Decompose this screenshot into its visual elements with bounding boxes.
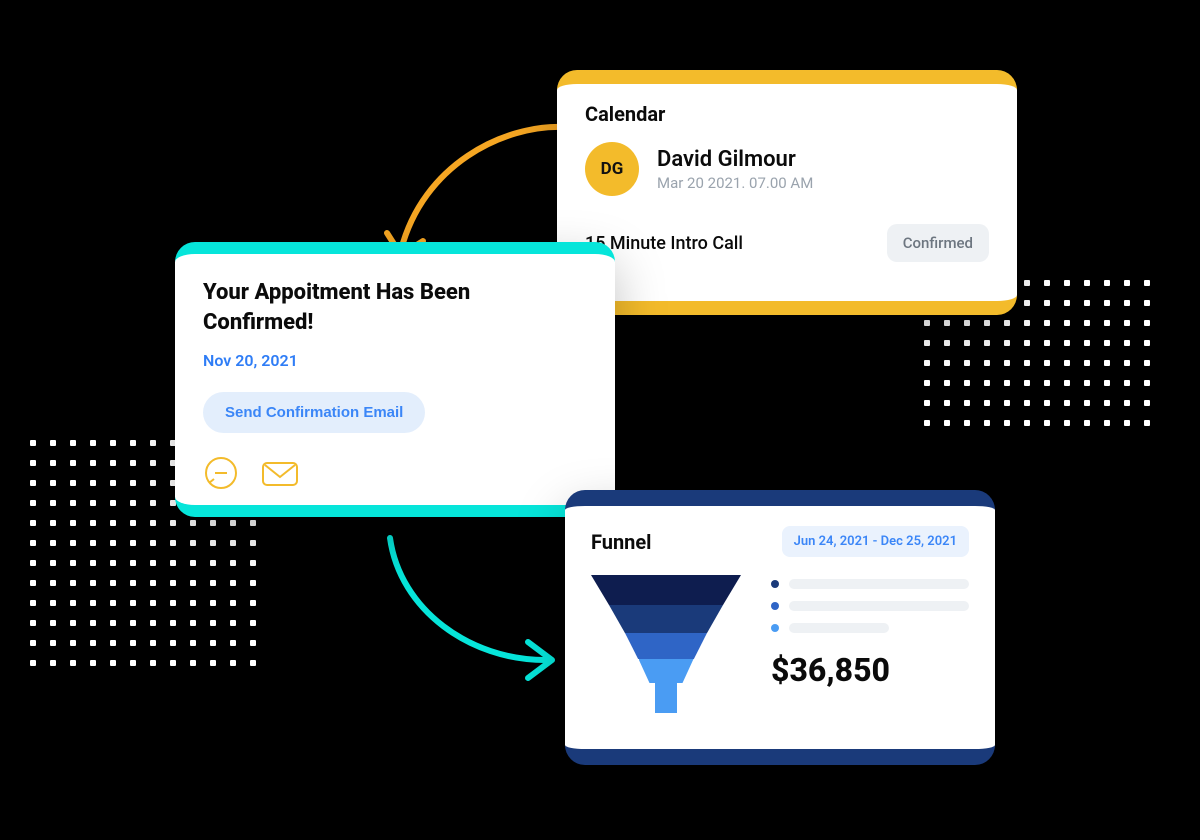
send-confirmation-button[interactable]: Send Confirmation Email bbox=[203, 392, 425, 433]
calendar-card: Calendar DG David Gilmour Mar 20 2021. 0… bbox=[557, 70, 1017, 315]
legend-dot-icon bbox=[771, 624, 779, 632]
email-icon[interactable] bbox=[259, 455, 301, 495]
contact-row: DG David Gilmour Mar 20 2021. 07.00 AM bbox=[585, 142, 989, 196]
contact-name: David Gilmour bbox=[657, 147, 813, 172]
contact-datetime: Mar 20 2021. 07.00 AM bbox=[657, 174, 813, 192]
legend-item bbox=[771, 601, 969, 611]
calendar-title: Calendar bbox=[585, 102, 989, 126]
legend-item bbox=[771, 579, 969, 589]
funnel-chart bbox=[591, 575, 741, 713]
legend-placeholder bbox=[789, 623, 889, 633]
legend-dot-icon bbox=[771, 580, 779, 588]
funnel-title: Funnel bbox=[591, 530, 651, 554]
chat-icon[interactable] bbox=[203, 455, 239, 495]
funnel-total-value: $36,850 bbox=[771, 651, 969, 689]
arrow-connector-icon bbox=[370, 520, 580, 690]
appointment-card: Your Appoitment Has Been Confirmed! Nov … bbox=[175, 242, 615, 517]
appointment-title: Your Appoitment Has Been Confirmed! bbox=[203, 278, 523, 337]
legend-item bbox=[771, 623, 969, 633]
legend-placeholder bbox=[789, 601, 969, 611]
funnel-stage bbox=[639, 659, 694, 683]
event-row: 15 Minute Intro Call Confirmed bbox=[585, 224, 989, 262]
funnel-stage bbox=[655, 683, 677, 713]
date-range-chip[interactable]: Jun 24, 2021 - Dec 25, 2021 bbox=[782, 526, 969, 557]
funnel-stage bbox=[609, 605, 723, 633]
funnel-stage bbox=[625, 633, 707, 659]
legend-placeholder bbox=[789, 579, 969, 589]
appointment-date: Nov 20, 2021 bbox=[203, 351, 587, 370]
status-badge: Confirmed bbox=[887, 224, 989, 262]
legend-dot-icon bbox=[771, 602, 779, 610]
funnel-stage bbox=[591, 575, 741, 605]
funnel-card: Funnel Jun 24, 2021 - Dec 25, 2021 $3 bbox=[565, 490, 995, 765]
avatar[interactable]: DG bbox=[585, 142, 639, 196]
